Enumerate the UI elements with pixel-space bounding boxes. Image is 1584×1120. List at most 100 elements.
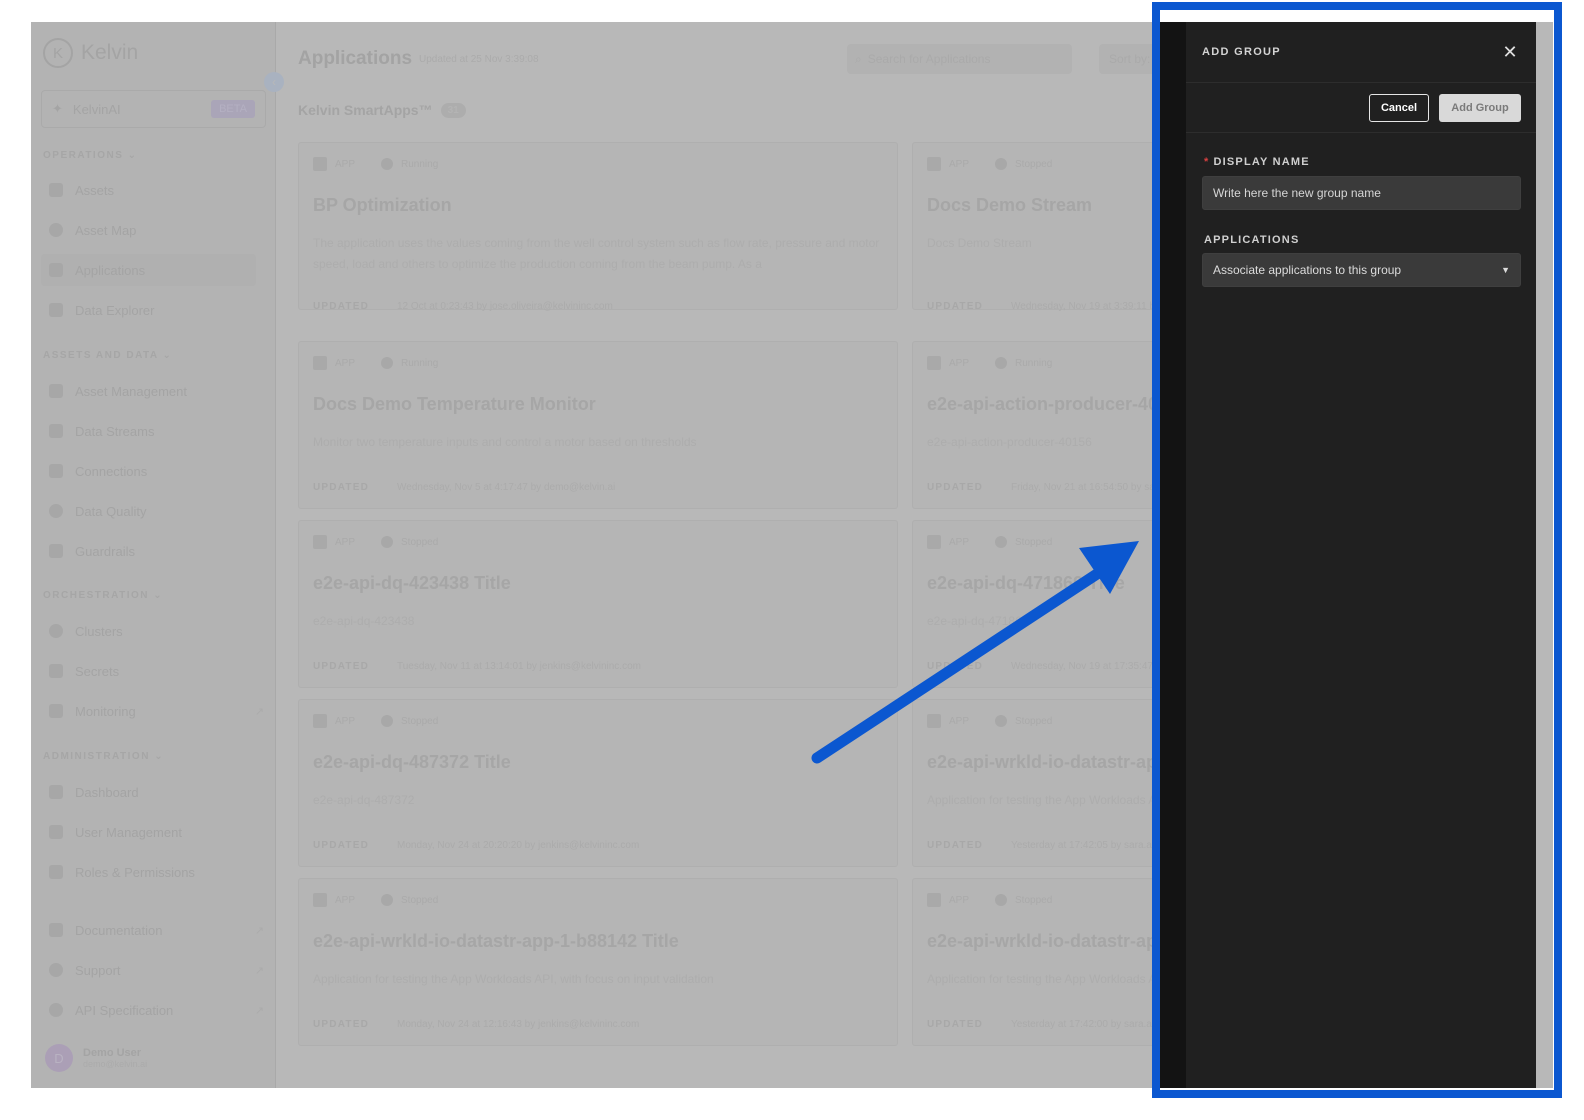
app-type-icon	[927, 535, 941, 549]
app-updated: UPDATED Tuesday, Nov 11 at 13:14:01 by je…	[313, 661, 641, 672]
search-icon: ⌕	[855, 51, 862, 66]
divider	[1186, 132, 1536, 133]
display-name-input[interactable]	[1202, 176, 1521, 210]
sidebar-item-assets[interactable]: Assets	[49, 174, 264, 206]
collapse-sidebar-button[interactable]: ‹	[264, 72, 284, 92]
app-title: Docs Demo Temperature Monitor	[313, 394, 596, 414]
support-icon	[49, 963, 63, 977]
sidebar-item-data-streams[interactable]: Data Streams	[49, 415, 264, 447]
app-title: e2e-api-wrkld-io-datastr-app-1-b88142 Ti…	[313, 931, 679, 951]
sidebar-item-data-quality[interactable]: Data Quality	[49, 495, 264, 527]
app-updated: UPDATED Monday, Nov 24 at 20:20:20 by jen…	[313, 840, 640, 851]
connections-icon	[49, 464, 63, 478]
external-link-icon: ↗	[254, 964, 264, 977]
sidebar-item-asset-management[interactable]: Asset Management	[49, 375, 264, 407]
app-updated: UPDATED 12 Oct at 0:23:43 by jose.oliveir…	[313, 301, 613, 312]
search-input[interactable]: ⌕ Search for Applications	[847, 44, 1072, 74]
sidebar-item-user-management[interactable]: User Management	[49, 816, 264, 848]
app-type-icon	[927, 356, 941, 370]
applications-icon	[49, 263, 63, 277]
external-link-icon: ↗	[254, 924, 264, 937]
app-updated: UPDATED Wednesday, Nov 19 at 3:39:11 by d…	[927, 301, 1174, 312]
sidebar-item-api-specification[interactable]: API Specification ↗	[49, 994, 264, 1026]
display-name-label: * DISPLAY NAME	[1204, 156, 1310, 168]
status-icon	[381, 357, 394, 369]
app-type-icon	[313, 893, 327, 907]
roles-icon	[49, 865, 63, 879]
updated-timestamp: Updated at 25 Nov 3:39:08	[419, 54, 539, 65]
sparkle-icon: ✦	[52, 101, 63, 116]
app-type-icon	[927, 157, 941, 171]
shield-icon	[49, 664, 63, 678]
app-description: The application uses the values coming f…	[313, 236, 880, 271]
external-link-icon: ↗	[254, 1004, 264, 1017]
sidebar-item-guardrails[interactable]: Guardrails	[49, 535, 264, 567]
app-title: e2e-api-dq-423438 Title	[313, 573, 511, 593]
divider	[1186, 82, 1536, 83]
sidebar-item-data-explorer[interactable]: Data Explorer	[49, 294, 264, 326]
status-icon	[995, 715, 1008, 727]
app-description: e2e-api-dq-423438	[313, 614, 415, 628]
app-card[interactable]: APP Stopped e2e-api-wrkld-io-datastr-app-…	[298, 878, 898, 1046]
close-icon[interactable]: ✕	[1500, 42, 1520, 62]
add-group-drawer: ADD GROUP ✕ Cancel Add Group * DISPLAY NA…	[1186, 22, 1536, 1088]
app-type-icon	[313, 714, 327, 728]
app-title: e2e-api-action-producer-40156	[927, 394, 1189, 414]
sidebar-item-documentation[interactable]: Documentation ↗	[49, 914, 264, 946]
sidebar-item-monitoring[interactable]: Monitoring ↗	[49, 695, 264, 727]
app-card[interactable]: APP Stopped e2e-api-dq-423438 Title e2e-a…	[298, 520, 898, 688]
app-type-icon	[927, 893, 941, 907]
count-badge: 31	[440, 102, 466, 118]
sidebar-item-support[interactable]: Support ↗	[49, 954, 264, 986]
applications-select[interactable]: Associate applications to this group ▼	[1202, 253, 1521, 287]
sidebar-item-secrets[interactable]: Secrets	[49, 655, 264, 687]
users-icon	[49, 825, 63, 839]
chevron-left-icon: ‹	[272, 75, 276, 89]
kelvin-logo-icon: K	[43, 38, 73, 68]
kelvin-ai-button[interactable]: ✦ KelvinAI BETA	[41, 90, 266, 128]
nav-section-operations[interactable]: OPERATIONS ⌄	[43, 150, 138, 161]
status-icon	[995, 894, 1008, 906]
status-icon	[995, 357, 1008, 369]
sidebar-item-dashboard[interactable]: Dashboard	[49, 776, 264, 808]
sidebar-item-asset-map[interactable]: Asset Map	[49, 214, 264, 246]
status-icon	[381, 158, 394, 170]
required-mark: *	[1204, 156, 1210, 168]
app-updated: UPDATED Wednesday, Nov 19 at 17:35:47 by …	[927, 661, 1172, 672]
user-email: demo@kelvin.ai	[83, 1059, 148, 1069]
app-card[interactable]: APP Stopped e2e-api-dq-487372 Title e2e-a…	[298, 699, 898, 867]
app-updated: UPDATED Monday, Nov 24 at 12:16:43 by jen…	[313, 1019, 640, 1030]
cancel-button[interactable]: Cancel	[1369, 94, 1429, 122]
drawer-title: ADD GROUP	[1202, 46, 1281, 58]
page-title: Applications	[298, 48, 413, 69]
data-streams-icon	[49, 424, 63, 438]
avatar: D	[45, 1044, 73, 1072]
user-menu[interactable]: D Demo User demo@kelvin.ai	[45, 1044, 147, 1072]
app-title: e2e-api-dq-471869 Title	[927, 573, 1125, 593]
sidebar-item-clusters[interactable]: Clusters	[49, 615, 264, 647]
app-title: Docs Demo Stream	[927, 195, 1093, 215]
asset-management-icon	[49, 384, 63, 398]
sidebar-item-roles-permissions[interactable]: Roles & Permissions	[49, 856, 264, 888]
monitoring-icon	[49, 704, 63, 718]
caret-down-icon: ▼	[1501, 265, 1510, 275]
app-description: e2e-api-dq-487372	[313, 793, 415, 807]
sidebar-item-applications[interactable]: Applications	[41, 254, 256, 286]
app-description: Application for testing the App Workload…	[313, 972, 714, 986]
status-icon	[995, 158, 1008, 170]
app-updated: UPDATED Yesterday at 17:42:00 by sara.ara…	[927, 1019, 1169, 1030]
app-title: BP Optimization	[313, 195, 452, 215]
add-group-button[interactable]: Add Group	[1439, 94, 1521, 122]
applications-label: APPLICATIONS	[1204, 234, 1300, 246]
app-card[interactable]: APP Running Docs Demo Temperature Monitor…	[298, 341, 898, 509]
nav-section-assets-and-data[interactable]: ASSETS AND DATA ⌄	[43, 350, 172, 361]
nav-section-administration[interactable]: ADMINISTRATION ⌄	[43, 751, 164, 762]
sidebar-item-connections[interactable]: Connections	[49, 455, 264, 487]
status-icon	[995, 536, 1008, 548]
pulse-icon	[49, 303, 63, 317]
app-card[interactable]: APP Running BP Optimization The applicati…	[298, 142, 898, 312]
nav-section-orchestration[interactable]: ORCHESTRATION ⌄	[43, 590, 163, 601]
section-title: Kelvin SmartApps™ 31	[298, 102, 466, 118]
logo: K Kelvin	[43, 38, 138, 68]
app-window: K Kelvin ✦ KelvinAI BETA OPERATIONS ⌄ As…	[31, 22, 1553, 1088]
